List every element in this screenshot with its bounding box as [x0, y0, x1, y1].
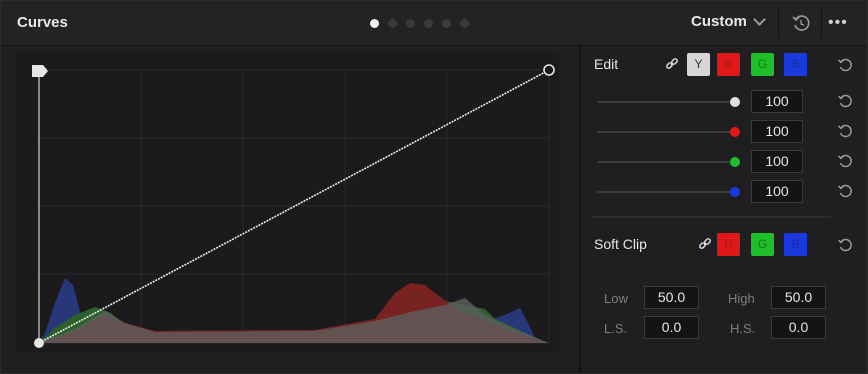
b-slider-knob[interactable] [730, 187, 740, 197]
link-icon[interactable] [698, 237, 712, 251]
y-slider-track[interactable] [597, 101, 734, 103]
page-dot[interactable] [388, 19, 397, 28]
page-indicator[interactable] [370, 19, 469, 28]
softclip-b-button[interactable]: B [784, 233, 807, 256]
reset-all-icon[interactable] [791, 13, 811, 33]
channel-g-button[interactable]: G [751, 53, 774, 76]
histogram-luma [39, 298, 549, 343]
r-value-field[interactable]: 100 [751, 120, 803, 143]
low-label: Low [604, 291, 628, 306]
r-slider-track[interactable] [597, 131, 734, 133]
edit-label: Edit [594, 56, 619, 72]
g-value-field[interactable]: 100 [751, 150, 803, 173]
b-value-field[interactable]: 100 [751, 180, 803, 203]
ls-value-field[interactable]: 0.0 [644, 316, 699, 339]
chevron-down-icon [752, 12, 766, 26]
panel-header: Curves Custom ••• [1, 1, 867, 46]
reset-icon[interactable] [837, 123, 853, 139]
more-options-icon[interactable]: ••• [828, 14, 848, 32]
header-divider [821, 7, 822, 39]
mode-label: Custom [691, 13, 747, 30]
y-value-field[interactable]: 100 [751, 90, 803, 113]
r-slider-knob[interactable] [730, 127, 740, 137]
low-value-field[interactable]: 50.0 [644, 286, 699, 309]
g-slider-track[interactable] [597, 161, 734, 163]
panel-divider [579, 45, 581, 373]
ls-label: L.S. [604, 321, 628, 336]
b-slider-track[interactable] [597, 191, 734, 193]
softclip-r-button[interactable]: R [717, 233, 740, 256]
curves-panel: Curves Custom ••• Edit Y R G B 100 100 1… [0, 0, 868, 374]
channel-b-button[interactable]: B [784, 53, 807, 76]
page-dot[interactable] [424, 19, 433, 28]
curve-control-point-black[interactable] [34, 338, 44, 348]
high-value-field[interactable]: 50.0 [771, 286, 826, 309]
g-slider-knob[interactable] [730, 157, 740, 167]
mode-dropdown[interactable]: Custom [691, 12, 766, 30]
soft-clip-label: Soft Clip [594, 236, 647, 252]
high-label: High [728, 291, 755, 306]
page-dot[interactable] [460, 19, 469, 28]
reset-icon[interactable] [837, 183, 853, 199]
hs-label: H.S. [730, 321, 756, 336]
link-icon[interactable] [665, 57, 679, 71]
softclip-g-button[interactable]: G [751, 233, 774, 256]
header-divider [778, 7, 779, 39]
channel-y-button[interactable]: Y [687, 53, 710, 76]
channel-r-button[interactable]: R [717, 53, 740, 76]
hs-value-field[interactable]: 0.0 [771, 316, 826, 339]
section-divider [591, 216, 831, 218]
page-dot[interactable] [442, 19, 451, 28]
reset-icon[interactable] [837, 57, 853, 73]
reset-icon[interactable] [837, 237, 853, 253]
y-slider-knob[interactable] [730, 97, 740, 107]
reset-icon[interactable] [837, 93, 853, 109]
curve-control-point-white[interactable] [543, 64, 555, 76]
top-marker-handle[interactable] [32, 65, 48, 77]
page-dot-active[interactable] [370, 19, 379, 28]
histogram [39, 278, 549, 343]
panel-title: Curves [17, 14, 68, 31]
reset-icon[interactable] [837, 153, 853, 169]
curves-graph[interactable] [15, 53, 559, 353]
page-dot[interactable] [406, 19, 415, 28]
